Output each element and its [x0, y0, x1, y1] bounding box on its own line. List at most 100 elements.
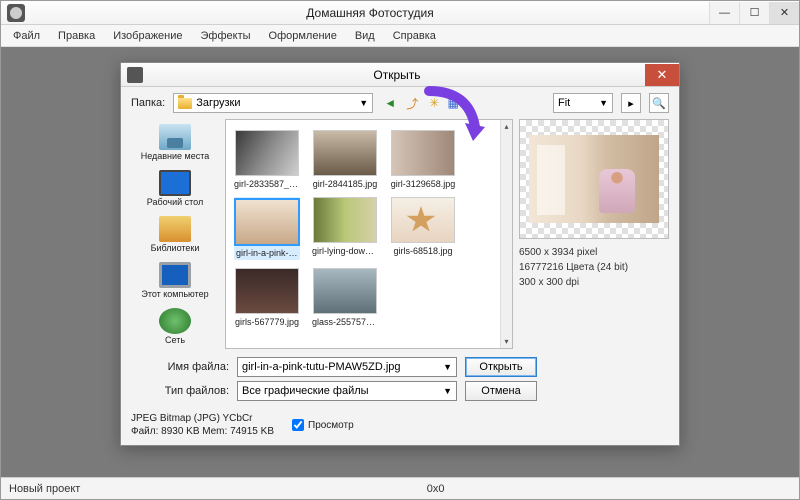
thumb-image [235, 130, 299, 176]
thumb-caption: girl-in-a-pink-tu... [236, 248, 298, 258]
menu-effects[interactable]: Эффекты [193, 28, 259, 44]
chevron-down-icon: ▼ [443, 362, 452, 372]
dialog-titlebar: Открыть ✕ [121, 63, 679, 87]
file-thumb[interactable]: girls-68518.jpg [390, 197, 456, 260]
thumb-image [313, 197, 377, 243]
menu-file[interactable]: Файл [5, 28, 48, 44]
dialog-body: Папка: Загрузки ▼ ◄ ⤴ ✳ ▦▾ Fit ▼ [121, 87, 679, 445]
maximize-button[interactable]: ☐ [739, 2, 769, 24]
status-dimensions: 0x0 [427, 483, 445, 495]
meta-dimensions: 6500 x 3934 pixel [519, 245, 669, 260]
place-this-pc[interactable]: Этот компьютер [131, 259, 219, 303]
file-thumb[interactable]: girl-2844185.jpg [312, 130, 378, 189]
file-list[interactable]: girl-2833587_192... girl-2844185.jpg girl-… [225, 119, 513, 349]
chevron-down-icon: ▼ [443, 386, 452, 396]
close-button[interactable]: ✕ [769, 2, 799, 24]
file-thumb[interactable]: girl-in-a-pink-tu... [234, 197, 300, 260]
file-thumb[interactable]: girl-2833587_192... [234, 130, 300, 189]
dialog-close-button[interactable]: ✕ [645, 64, 679, 86]
thumb-caption: girls-567779.jpg [234, 317, 300, 327]
scroll-down-icon[interactable]: ▾ [504, 337, 508, 346]
desktop-icon [159, 170, 191, 196]
file-thumb[interactable]: girl-3129658.jpg [390, 130, 456, 189]
dialog-icon [127, 67, 143, 83]
recent-icon [159, 124, 191, 150]
folder-label: Папка: [131, 97, 165, 109]
thumb-image [313, 130, 377, 176]
folder-dropdown[interactable]: Загрузки ▼ [173, 93, 373, 113]
preview-box [519, 119, 669, 239]
folder-row: Папка: Загрузки ▼ ◄ ⤴ ✳ ▦▾ Fit ▼ [131, 93, 669, 113]
statusbar: Новый проект 0x0 [1, 477, 799, 499]
nav-toolbar: ◄ ⤴ ✳ ▦▾ [381, 94, 465, 112]
scroll-up-icon[interactable]: ▴ [504, 122, 508, 131]
fit-label: Fit [558, 97, 570, 109]
filetype-label: Тип файлов: [131, 385, 229, 397]
workspace: Открыть ✕ Папка: Загрузки ▼ ◄ ⤴ ✳ ▦▾ [1, 47, 799, 477]
libraries-icon [159, 216, 191, 242]
new-folder-icon[interactable]: ✳ [425, 94, 443, 112]
preview-pane: 6500 x 3934 pixel 16777216 Цвета (24 bit… [519, 119, 669, 349]
view-mode-icon[interactable]: ▦▾ [447, 94, 465, 112]
computer-icon [159, 262, 191, 288]
network-icon [159, 308, 191, 334]
preview-checkbox-input[interactable] [292, 419, 304, 431]
thumb-caption: girls-68518.jpg [390, 246, 456, 256]
folder-icon [178, 98, 192, 109]
thumb-image [391, 197, 455, 243]
places-sidebar: Недавние места Рабочий стол Библиотеки Э… [131, 119, 219, 349]
thumb-caption: girl-lying-down-... [312, 246, 378, 256]
titlebar: Домашняя Фотостудия — ☐ ✕ [1, 1, 799, 25]
preview-image [529, 135, 659, 223]
preview-meta: 6500 x 3934 pixel 16777216 Цвета (24 bit… [519, 245, 669, 290]
filename-label: Имя файла: [131, 361, 229, 373]
dialog-status: JPEG Bitmap (JPG) YCbCr Файл: 8930 KB Me… [131, 407, 669, 437]
place-desktop[interactable]: Рабочий стол [131, 167, 219, 211]
scrollbar-vertical[interactable]: ▴▾ [500, 120, 512, 348]
thumb-caption: girl-3129658.jpg [390, 179, 456, 189]
menu-help[interactable]: Справка [385, 28, 444, 44]
thumb-image [391, 130, 455, 176]
file-thumb[interactable]: girl-lying-down-... [312, 197, 378, 260]
back-icon[interactable]: ◄ [381, 94, 399, 112]
app-icon [7, 4, 25, 22]
cancel-button[interactable]: Отмена [465, 381, 537, 401]
preview-tool-button[interactable]: 🔍 [649, 93, 669, 113]
place-recent[interactable]: Недавние места [131, 121, 219, 165]
zoom-fit-dropdown[interactable]: Fit ▼ [553, 93, 613, 113]
filetype-dropdown[interactable]: Все графические файлы▼ [237, 381, 457, 401]
place-network[interactable]: Сеть [131, 305, 219, 349]
menu-image[interactable]: Изображение [105, 28, 190, 44]
menu-view[interactable]: Вид [347, 28, 383, 44]
thumb-caption: glass-2557577_1... [312, 317, 378, 327]
menu-decor[interactable]: Оформление [261, 28, 345, 44]
file-thumb[interactable]: girls-567779.jpg [234, 268, 300, 327]
thumb-caption: girl-2844185.jpg [312, 179, 378, 189]
preview-checkbox[interactable]: Просмотр [292, 419, 354, 431]
file-thumb[interactable]: glass-2557577_1... [312, 268, 378, 327]
up-icon[interactable]: ⤴ [403, 94, 421, 112]
open-dialog: Открыть ✕ Папка: Загрузки ▼ ◄ ⤴ ✳ ▦▾ [120, 62, 680, 446]
status-project: Новый проект [9, 483, 80, 495]
filename-input[interactable]: girl-in-a-pink-tutu-PMAW5ZD.jpg▼ [237, 357, 457, 377]
status-format: JPEG Bitmap (JPG) YCbCr [131, 413, 274, 424]
filename-rows: Имя файла: girl-in-a-pink-tutu-PMAW5ZD.j… [131, 357, 669, 401]
folder-value: Загрузки [196, 97, 240, 109]
meta-dpi: 300 x 300 dpi [519, 275, 669, 290]
minimize-button[interactable]: — [709, 2, 739, 24]
window-controls: — ☐ ✕ [709, 2, 799, 24]
thumb-image [235, 268, 299, 314]
status-memory: Файл: 8930 KB Mem: 74915 KB [131, 426, 274, 437]
place-libraries[interactable]: Библиотеки [131, 213, 219, 257]
menubar: Файл Правка Изображение Эффекты Оформлен… [1, 25, 799, 47]
thumb-image [235, 199, 299, 245]
expand-preview-button[interactable]: ▸ [621, 93, 641, 113]
app-title: Домашняя Фотостудия [31, 6, 709, 20]
open-button[interactable]: Открыть [465, 357, 537, 377]
chevron-down-icon: ▼ [359, 98, 368, 108]
chevron-down-icon: ▼ [599, 98, 608, 108]
thumb-image [313, 268, 377, 314]
menu-edit[interactable]: Правка [50, 28, 103, 44]
browser-row: Недавние места Рабочий стол Библиотеки Э… [131, 119, 669, 349]
meta-colors: 16777216 Цвета (24 bit) [519, 260, 669, 275]
